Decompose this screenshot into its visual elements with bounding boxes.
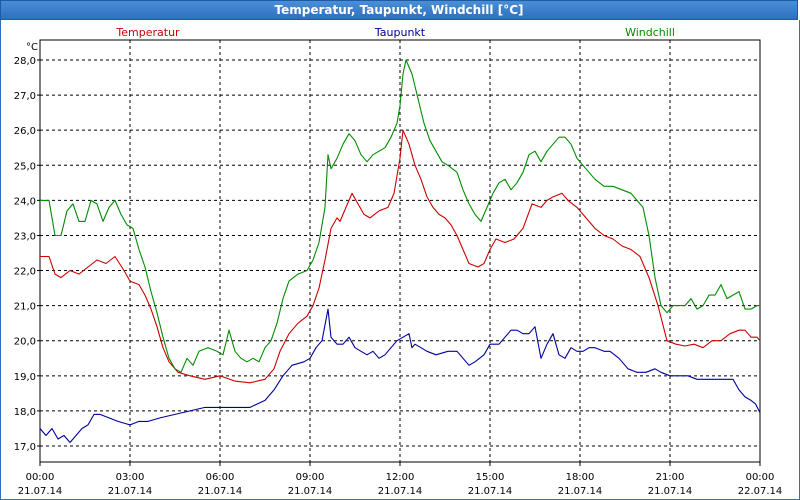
x-tick-time-label: 12:00 bbox=[386, 472, 415, 483]
y-tick-label: 22,0 bbox=[14, 267, 36, 278]
legend: Temperatur Taupunkt Windchill bbox=[115, 26, 675, 39]
x-tick-time-label: 21:00 bbox=[656, 472, 685, 483]
y-tick-label: 19,0 bbox=[14, 372, 36, 383]
x-tick-time-label: 15:00 bbox=[476, 472, 505, 483]
y-tick-label: 17,0 bbox=[14, 442, 36, 453]
y-tick-label: 25,0 bbox=[14, 161, 36, 172]
y-tick-label: 23,0 bbox=[14, 231, 36, 242]
legend-temperatur: Temperatur bbox=[115, 26, 180, 39]
x-tick-date-label: 22.07.14 bbox=[738, 486, 783, 497]
y-tick-label: 21,0 bbox=[14, 302, 36, 313]
x-tick-date-label: 21.07.14 bbox=[198, 486, 243, 497]
x-tick-date-label: 21.07.14 bbox=[18, 486, 63, 497]
x-tick-date-label: 21.07.14 bbox=[378, 486, 423, 497]
x-tick-time-label: 18:00 bbox=[566, 472, 595, 483]
x-tick-time-label: 00:00 bbox=[746, 472, 775, 483]
x-tick-date-label: 21.07.14 bbox=[108, 486, 153, 497]
x-tick-time-label: 09:00 bbox=[296, 472, 325, 483]
y-axis-unit-label: °C bbox=[26, 42, 38, 53]
legend-windchill: Windchill bbox=[625, 26, 675, 39]
x-tick-time-label: 03:00 bbox=[116, 472, 145, 483]
x-tick-date-label: 21.07.14 bbox=[558, 486, 603, 497]
y-tick-label: 26,0 bbox=[14, 126, 36, 137]
y-tick-label: 20,0 bbox=[14, 337, 36, 348]
x-axis-ticks: 00:00 21.07.14 03:00 21.07.14 06:00 21.07.14 0… bbox=[18, 462, 783, 497]
y-axis-ticks: 17,0 18,0 19,0 20,0 21,0 22,0 23,0 24,0 25,0 26,0… bbox=[14, 56, 40, 453]
y-tick-label: 24,0 bbox=[14, 196, 36, 207]
x-tick-date-label: 21.07.14 bbox=[468, 486, 513, 497]
y-tick-label: 27,0 bbox=[14, 91, 36, 102]
x-tick-time-label: 00:00 bbox=[26, 472, 55, 483]
x-tick-date-label: 21.07.14 bbox=[648, 486, 693, 497]
legend-taupunkt: Taupunkt bbox=[374, 26, 426, 39]
y-tick-label: 18,0 bbox=[14, 407, 36, 418]
y-tick-label: 28,0 bbox=[14, 56, 36, 67]
x-tick-time-label: 06:00 bbox=[206, 472, 235, 483]
line-chart: 17,0 18,0 19,0 20,0 21,0 22,0 23,0 24,0 25,0 26,0… bbox=[14, 26, 783, 497]
x-tick-date-label: 21.07.14 bbox=[288, 486, 333, 497]
